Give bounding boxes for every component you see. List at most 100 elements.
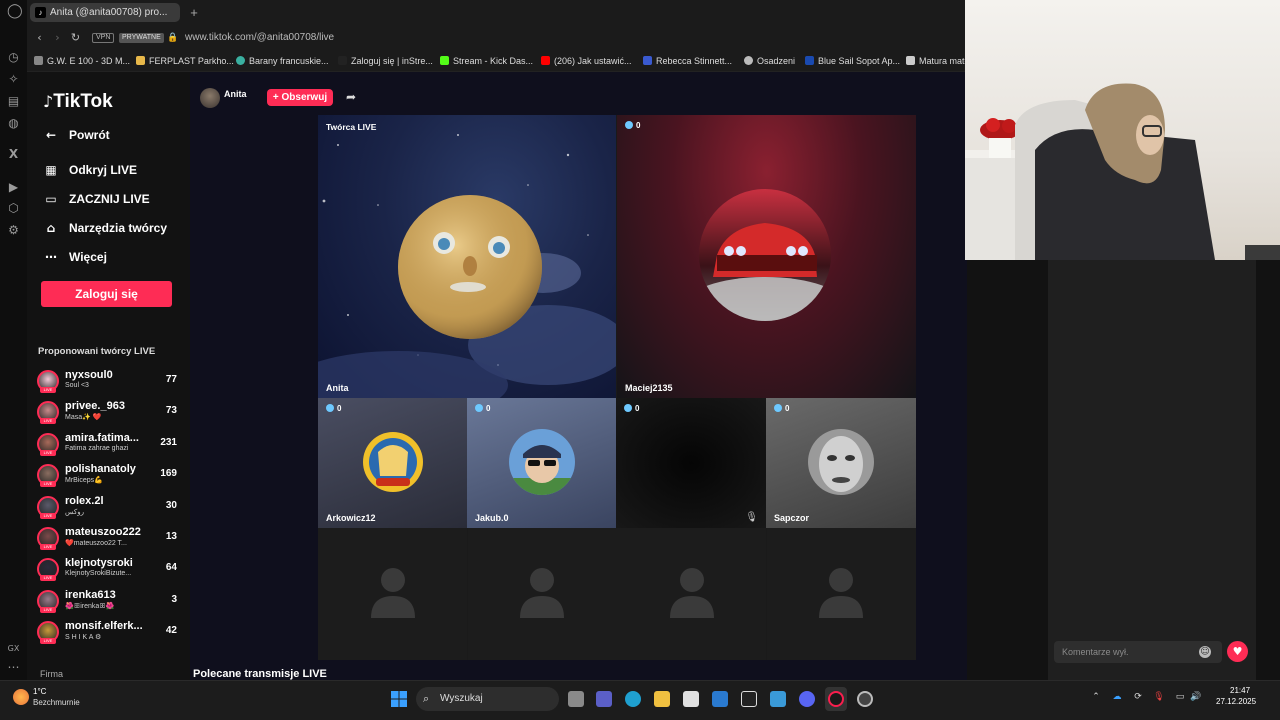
arrow-left-icon: ← bbox=[45, 128, 57, 142]
chrome-app[interactable] bbox=[854, 687, 876, 711]
volume-icon[interactable]: 🔊 bbox=[1190, 691, 1202, 703]
taskbar-search[interactable]: ⌕ Wyszukaj bbox=[416, 687, 559, 711]
history-icon[interactable]: ◷ bbox=[7, 51, 20, 64]
x-twitter-icon[interactable]: X bbox=[7, 148, 20, 161]
new-tab-button[interactable]: + bbox=[187, 3, 201, 22]
nav-more[interactable]: ⋯ Więcej bbox=[43, 248, 107, 266]
like-heart-button[interactable]: ♥ bbox=[1227, 641, 1248, 662]
file-explorer-app[interactable] bbox=[651, 687, 673, 711]
empty-guest-slot[interactable] bbox=[617, 528, 766, 660]
suggested-creator[interactable]: LIVE klejnotysroki KlejnotySrokiBizute... 6… bbox=[37, 557, 177, 583]
empty-guest-slot[interactable] bbox=[318, 528, 467, 660]
suggested-creator[interactable]: LIVE nyxsoul0 Soul <3 77 bbox=[37, 369, 177, 395]
private-badge: PRYWATNE bbox=[119, 33, 164, 43]
weather-description[interactable]: Bezchmurnie bbox=[33, 698, 80, 707]
bookmark-item[interactable]: Rebecca Stinnett... bbox=[643, 55, 732, 67]
host-name[interactable]: Anita bbox=[224, 89, 247, 99]
opera-gx-app[interactable] bbox=[825, 687, 847, 711]
nav-creator-tools[interactable]: ⌂ Narzędzia twórcy bbox=[43, 219, 167, 237]
guest-tile[interactable]: 0 Jakub.0 bbox=[467, 398, 616, 528]
suggested-creator[interactable]: LIVE irenka613 🌺ꕥirenkaꕥ🌺 3 bbox=[37, 589, 177, 615]
login-button[interactable]: Zaloguj się bbox=[41, 281, 172, 307]
viewer-count: 169 bbox=[160, 468, 177, 480]
bookmark-item[interactable]: Stream - Kick Das... bbox=[440, 55, 533, 67]
bookmark-item[interactable]: G.W. E 100 - 3D M... bbox=[34, 55, 130, 67]
clock-time[interactable]: 21:47 bbox=[1230, 686, 1250, 695]
share-icon[interactable]: ➦ bbox=[346, 89, 360, 106]
ai-icon[interactable]: ✧ bbox=[7, 73, 20, 86]
comment-input[interactable]: Komentarze wył. bbox=[1054, 641, 1222, 663]
suggested-creator[interactable]: LIVE polishanatoly MrBiceps💪 169 bbox=[37, 463, 177, 489]
tiktok-logo[interactable]: ♪TikTok bbox=[43, 91, 113, 113]
guest-tile[interactable]: 0 Maciej2135 bbox=[617, 115, 916, 398]
weather-temperature[interactable]: 1°C bbox=[33, 687, 46, 696]
bookmark-item[interactable]: FERPLAST Parkho... bbox=[136, 55, 234, 67]
messenger-icon[interactable]: ◍ bbox=[7, 117, 20, 130]
bookmark-item[interactable]: Zaloguj się | inStre... bbox=[338, 55, 433, 67]
reload-button[interactable]: ↻ bbox=[68, 30, 83, 45]
store-app[interactable] bbox=[680, 687, 702, 711]
bookmark-item[interactable]: Matura mate bbox=[906, 55, 967, 67]
empty-guest-slot[interactable] bbox=[467, 528, 617, 660]
onedrive-icon[interactable]: ☁ bbox=[1111, 691, 1123, 703]
host-avatar[interactable] bbox=[200, 88, 220, 108]
suggested-creator[interactable]: LIVE monsif.elferk... S H I K A ⚙ 42 bbox=[37, 620, 177, 646]
guest-name: Sapczor bbox=[774, 513, 810, 523]
sync-icon[interactable]: ⟳ bbox=[1132, 691, 1144, 703]
bookmark-item[interactable]: Osadzeni bbox=[744, 55, 795, 67]
empty-guest-slot[interactable] bbox=[766, 528, 916, 660]
nav-start-live[interactable]: ▭ ZACZNIJ LIVE bbox=[43, 190, 149, 208]
suggested-creator[interactable]: LIVE privee._963 Masa✨ ❤️ 73 bbox=[37, 400, 177, 426]
back-button[interactable]: ‹ bbox=[32, 30, 47, 45]
wallet-icon[interactable]: ▤ bbox=[7, 95, 20, 108]
guest-tile[interactable]: 0 Arkowicz12 bbox=[318, 398, 467, 528]
creator-name: mateuszoo222 bbox=[65, 526, 141, 538]
mail-app[interactable] bbox=[709, 687, 731, 711]
start-button[interactable] bbox=[388, 687, 410, 711]
music-player-icon[interactable]: ▶ bbox=[7, 181, 20, 194]
task-view-button[interactable] bbox=[565, 687, 587, 711]
tab-active[interactable]: ♪ Anita (@anita00708) pro... bbox=[30, 3, 180, 22]
edge-app[interactable] bbox=[622, 687, 644, 711]
chat-panel bbox=[1048, 258, 1256, 680]
vpn-badge[interactable]: VPN bbox=[92, 33, 115, 43]
guest-tile[interactable]: 0 Sapczor bbox=[766, 398, 916, 528]
follow-button[interactable]: + Obserwuj bbox=[267, 89, 333, 106]
guest-tile-host[interactable]: Twórca LIVE Anita bbox=[318, 115, 616, 398]
opera-logo-icon[interactable]: ◯ bbox=[7, 4, 23, 18]
extensions-icon[interactable]: ⬡ bbox=[7, 202, 20, 215]
creator-name: irenka613 bbox=[65, 588, 116, 601]
gx-icon[interactable]: GX bbox=[7, 642, 20, 655]
discord-app[interactable] bbox=[796, 687, 818, 711]
network-icon[interactable]: ▭ bbox=[1174, 691, 1186, 703]
teams-app[interactable] bbox=[593, 687, 615, 711]
suggested-creator[interactable]: LIVE mateuszoo222 ❤️mateuszoo22 T... 13 bbox=[37, 526, 177, 552]
guest-tile[interactable]: 0 🎙 bbox=[616, 398, 766, 528]
app-window[interactable] bbox=[767, 687, 789, 711]
suggested-creator[interactable]: LIVE amira.fatima... Fatima zahrae ghazi 23… bbox=[37, 432, 177, 458]
capcut-app[interactable] bbox=[738, 687, 760, 711]
tab-title: Anita (@anita00708) pro... bbox=[50, 7, 168, 18]
video-camera-icon: ▭ bbox=[45, 192, 57, 206]
footer-company-link[interactable]: Firma bbox=[40, 669, 63, 679]
lock-icon[interactable]: 🔒 bbox=[167, 32, 178, 43]
weather-icon[interactable] bbox=[13, 689, 29, 705]
nav-discover-live[interactable]: ▦ Odkryj LIVE bbox=[43, 161, 137, 179]
url-field[interactable]: www.tiktok.com/@anita00708/live bbox=[185, 32, 334, 43]
suggested-creator[interactable]: LIVE rolex.2l روكس 30 bbox=[37, 495, 177, 521]
bookmark-item[interactable]: Barany francuskie... bbox=[236, 55, 329, 67]
forward-button[interactable]: › bbox=[50, 30, 65, 45]
settings-icon[interactable]: ⚙ bbox=[7, 224, 20, 237]
site-icon bbox=[136, 56, 145, 65]
emoji-icon[interactable]: ☺ bbox=[1199, 646, 1211, 658]
tray-chevron-icon[interactable]: ⌃ bbox=[1090, 691, 1102, 703]
microphone-icon[interactable]: 🎙 bbox=[1153, 691, 1165, 703]
site-icon bbox=[338, 56, 347, 65]
bookmark-item[interactable]: Blue Sail Sopot Ap... bbox=[805, 55, 900, 67]
more-icon[interactable]: ⋯ bbox=[7, 661, 20, 674]
bookmark-item[interactable]: (206) Jak ustawić... bbox=[541, 55, 632, 67]
creator-subtitle: روكس bbox=[65, 508, 85, 516]
back-link[interactable]: ← Powrót bbox=[43, 126, 110, 144]
muted-mic-icon: 🎙 bbox=[745, 512, 758, 523]
clock-date[interactable]: 27.12.2025 bbox=[1216, 697, 1256, 706]
